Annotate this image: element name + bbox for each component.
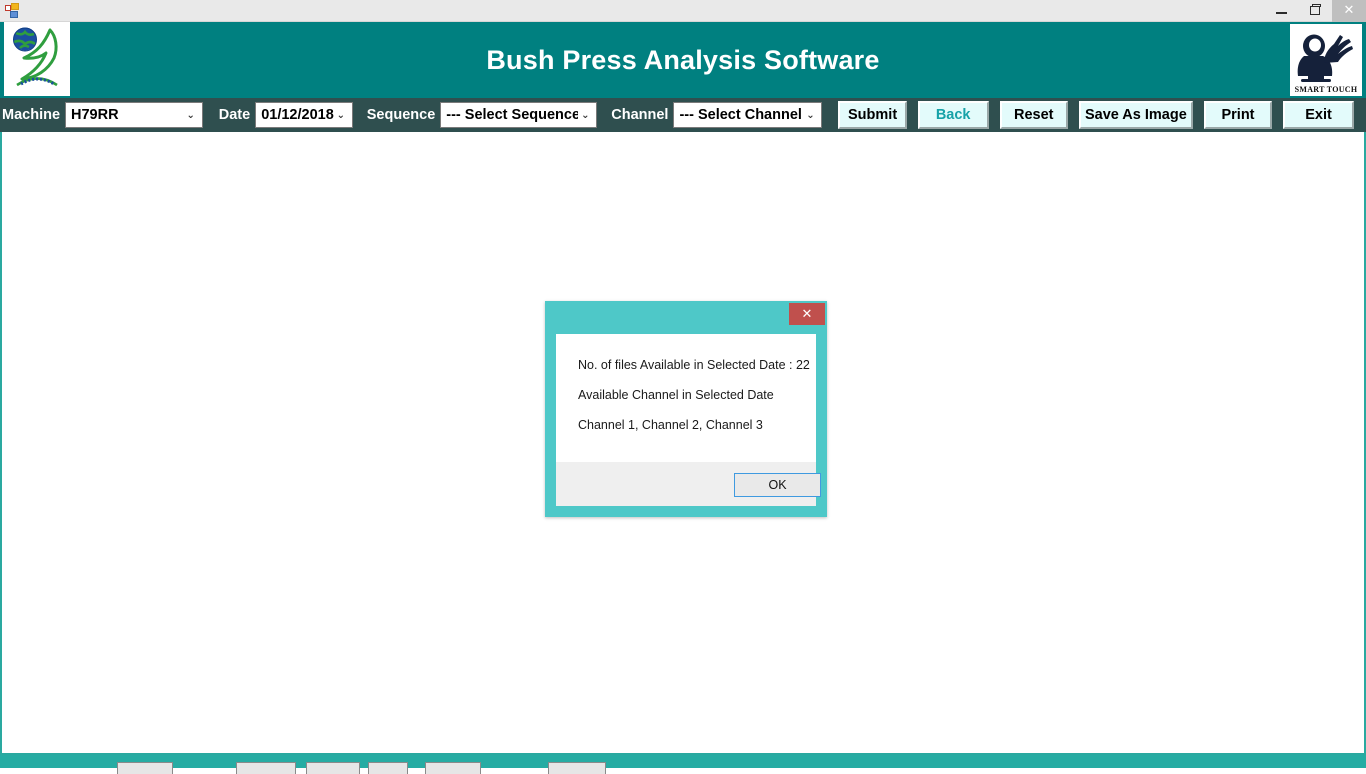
- app-windows-icon: [5, 2, 21, 19]
- smart-touch-logo-svg: [1297, 34, 1353, 82]
- page-title: Bush Press Analysis Software: [486, 44, 880, 75]
- back-button[interactable]: Back: [917, 101, 989, 129]
- window-close-button[interactable]: ✕: [1332, 0, 1366, 22]
- os-titlebar: ✕: [0, 0, 1366, 22]
- app-header-banner: Bush Press Analysis Software SMART TOUCH: [0, 22, 1366, 98]
- bottom-partial-button[interactable]: [117, 762, 173, 774]
- dialog-close-button[interactable]: ✕: [789, 303, 825, 325]
- dialog-titlebar: ✕: [545, 301, 827, 327]
- save-as-image-button[interactable]: Save As Image: [1078, 101, 1193, 129]
- app-icon-square-yellow: [11, 2, 19, 10]
- dialog-message-line-1: No. of files Available in Selected Date …: [578, 358, 810, 372]
- bottom-bar: [0, 755, 1366, 774]
- bottom-partial-button[interactable]: [425, 762, 481, 774]
- channel-label: Channel: [611, 107, 669, 123]
- sequence-label: Sequence: [366, 107, 436, 123]
- sequence-select[interactable]: --- Select Sequence --- ⌄: [440, 102, 598, 128]
- info-dialog: ✕ No. of files Available in Selected Dat…: [545, 301, 827, 517]
- dialog-inner: No. of files Available in Selected Date …: [556, 334, 821, 506]
- chevron-down-icon: ⌄: [806, 109, 815, 121]
- channel-select-value: --- Select Channel ---: [679, 107, 803, 123]
- machine-select-value: H79RR: [71, 107, 119, 123]
- date-select[interactable]: 01/12/2018 ⌄: [255, 102, 353, 128]
- minimize-button[interactable]: [1264, 0, 1298, 22]
- chevron-down-icon: ⌄: [336, 109, 345, 121]
- bottom-partial-button[interactable]: [236, 762, 296, 774]
- machine-label: Machine: [2, 107, 61, 123]
- print-button[interactable]: Print: [1203, 101, 1273, 129]
- dialog-message-line-2: Available Channel in Selected Date: [578, 388, 774, 402]
- sequence-select-value: --- Select Sequence ---: [446, 107, 579, 123]
- chevron-down-icon: ⌄: [186, 109, 195, 121]
- date-select-value: 01/12/2018: [261, 107, 334, 123]
- reset-button[interactable]: Reset: [999, 101, 1068, 129]
- bottom-partial-button[interactable]: [306, 762, 360, 774]
- bottom-partial-button[interactable]: [368, 762, 408, 774]
- channel-select[interactable]: --- Select Channel --- ⌄: [673, 102, 823, 128]
- smart-touch-caption: SMART TOUCH: [1294, 85, 1358, 94]
- dialog-message-line-3: Channel 1, Channel 2, Channel 3: [578, 418, 763, 432]
- maximize-icon: [1310, 4, 1321, 15]
- minimize-icon: [1275, 12, 1287, 14]
- dialog-body: No. of files Available in Selected Date …: [556, 334, 816, 462]
- submit-button[interactable]: Submit: [838, 101, 907, 129]
- dialog-ok-button[interactable]: OK: [734, 473, 821, 497]
- toolbar: Machine H79RR ⌄ Date 01/12/2018 ⌄ Sequen…: [0, 98, 1366, 132]
- chevron-down-icon: ⌄: [581, 109, 590, 121]
- bottom-partial-button[interactable]: [548, 762, 606, 774]
- maximize-button[interactable]: [1298, 0, 1332, 22]
- exit-button[interactable]: Exit: [1283, 101, 1355, 129]
- window-controls: ✕: [1264, 0, 1366, 22]
- smart-touch-logo: SMART TOUCH: [1290, 24, 1362, 96]
- app-icon-square-blue: [10, 10, 18, 18]
- machine-select[interactable]: H79RR ⌄: [65, 102, 203, 128]
- date-label: Date: [218, 107, 251, 123]
- dialog-footer: OK: [556, 462, 821, 506]
